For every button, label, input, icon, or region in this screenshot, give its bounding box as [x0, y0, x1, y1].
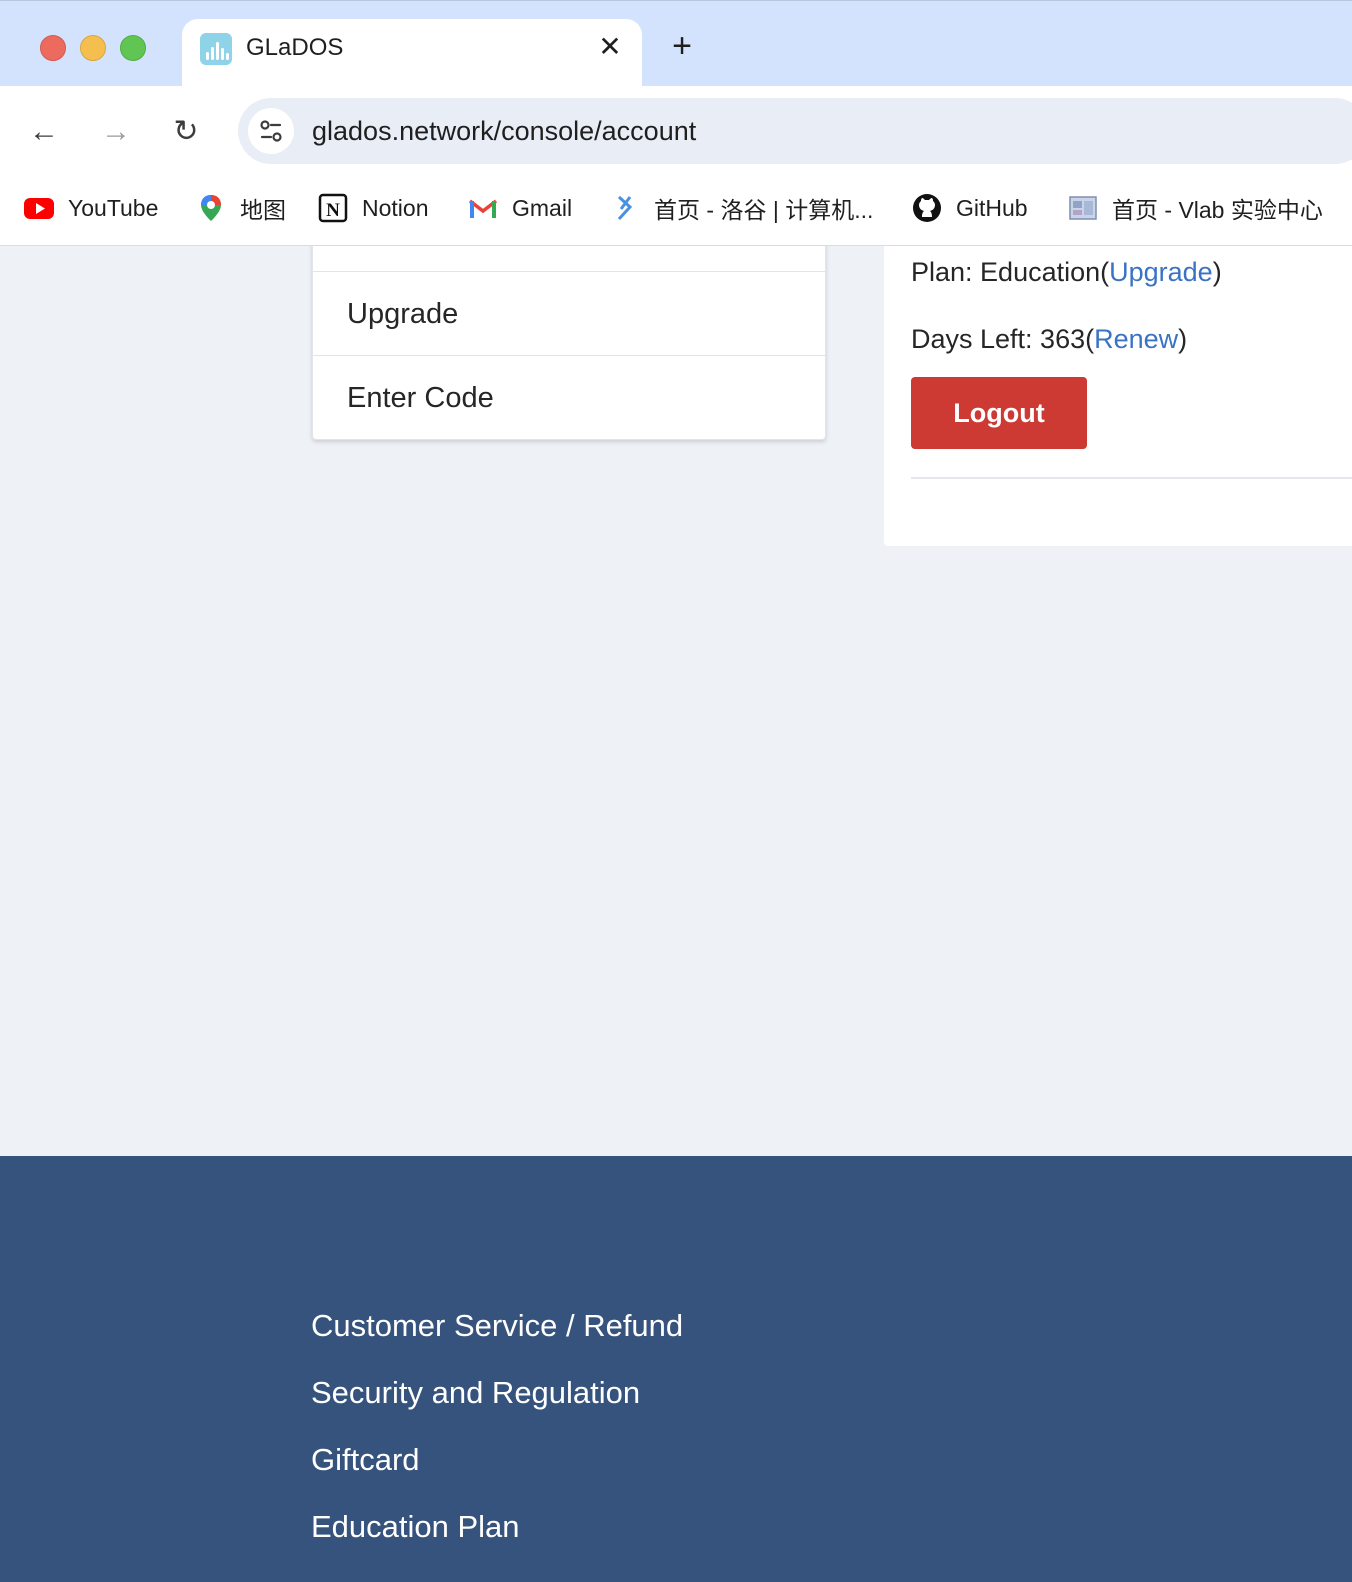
menu-item-upgrade[interactable]: Upgrade — [313, 271, 825, 355]
maps-pin-icon — [196, 193, 226, 223]
plan-paren: ) — [1212, 257, 1222, 287]
bookmark-label: Notion — [362, 194, 429, 221]
browser-titlebar: GLaDOS ✕ + — [0, 0, 1352, 87]
address-bar[interactable]: glados.network/console/account — [238, 98, 1352, 164]
renew-link[interactable]: Renew — [1094, 324, 1178, 354]
tab-glados[interactable]: GLaDOS ✕ — [182, 19, 642, 87]
bookmark-notion[interactable]: N Notion — [318, 188, 428, 228]
url-text[interactable]: glados.network/console/account — [312, 114, 696, 148]
site-settings-icon[interactable] — [248, 108, 294, 154]
upgrade-link[interactable]: Upgrade — [1109, 257, 1213, 287]
bookmark-gmail[interactable]: Gmail — [468, 188, 572, 228]
plan-text: Plan: Education( — [911, 257, 1110, 287]
account-menu: Upgrade Enter Code — [312, 246, 826, 440]
back-arrow-icon[interactable]: ← — [24, 112, 64, 152]
reload-icon[interactable]: ↻ — [166, 112, 206, 152]
account-info-card: Plan: Education(Upgrade) Days Left: 363(… — [884, 246, 1352, 546]
plan-line: Plan: Education(Upgrade) — [911, 255, 1222, 289]
minimize-window-button[interactable] — [80, 35, 106, 61]
bookmark-label: GitHub — [956, 194, 1028, 221]
bookmarks-bar: YouTube 地图 N Notion Gmail 首页 - 洛谷 | 计算机.… — [0, 176, 1352, 246]
bookmark-vlab[interactable]: 首页 - Vlab 实验中心 — [1068, 188, 1323, 228]
bookmark-luogu[interactable]: 首页 - 洛谷 | 计算机... — [610, 188, 873, 228]
github-icon — [912, 193, 942, 223]
bookmark-label: 首页 - Vlab 实验中心 — [1112, 197, 1323, 223]
page-content: Upgrade Enter Code Plan: Education(Upgra… — [0, 246, 1352, 1156]
glados-favicon-icon — [200, 33, 232, 65]
vlab-icon — [1068, 193, 1098, 223]
days-left-text: Days Left: 363( — [911, 324, 1095, 354]
luogu-icon — [610, 193, 640, 223]
bookmark-label: 首页 - 洛谷 | 计算机... — [654, 197, 874, 223]
bookmark-youtube[interactable]: YouTube — [24, 188, 158, 228]
bookmark-label: Gmail — [512, 194, 573, 221]
svg-text:N: N — [326, 200, 340, 221]
gmail-icon — [468, 193, 498, 223]
days-left-line: Days Left: 363(Renew) — [911, 322, 1187, 356]
forward-arrow-icon[interactable]: → — [96, 112, 136, 152]
footer-link-education-plan[interactable]: Education Plan — [311, 1507, 520, 1547]
menu-item-enter-code[interactable]: Enter Code — [313, 355, 825, 439]
days-paren: ) — [1178, 324, 1188, 354]
maximize-window-button[interactable] — [120, 35, 146, 61]
browser-toolbar: ← → ↻ glados.network/console/account — [0, 86, 1352, 176]
youtube-icon — [24, 193, 54, 223]
close-window-button[interactable] — [40, 35, 66, 61]
bookmark-label: 地图 — [240, 197, 286, 223]
bookmark-github[interactable]: GitHub — [912, 188, 1028, 228]
site-footer: Customer Service / Refund Security and R… — [0, 1156, 1352, 1582]
tab-title: GLaDOS — [246, 34, 344, 61]
footer-link-giftcard[interactable]: Giftcard — [311, 1440, 420, 1480]
new-tab-button[interactable]: + — [664, 29, 700, 65]
logout-button[interactable]: Logout — [911, 377, 1087, 449]
tab-close-icon[interactable]: ✕ — [594, 31, 626, 63]
footer-link-security[interactable]: Security and Regulation — [311, 1373, 640, 1413]
bookmark-maps[interactable]: 地图 — [196, 188, 286, 228]
divider — [911, 477, 1352, 479]
bookmark-label: YouTube — [68, 194, 159, 221]
notion-icon: N — [318, 193, 348, 223]
footer-link-customer-service[interactable]: Customer Service / Refund — [311, 1306, 683, 1346]
